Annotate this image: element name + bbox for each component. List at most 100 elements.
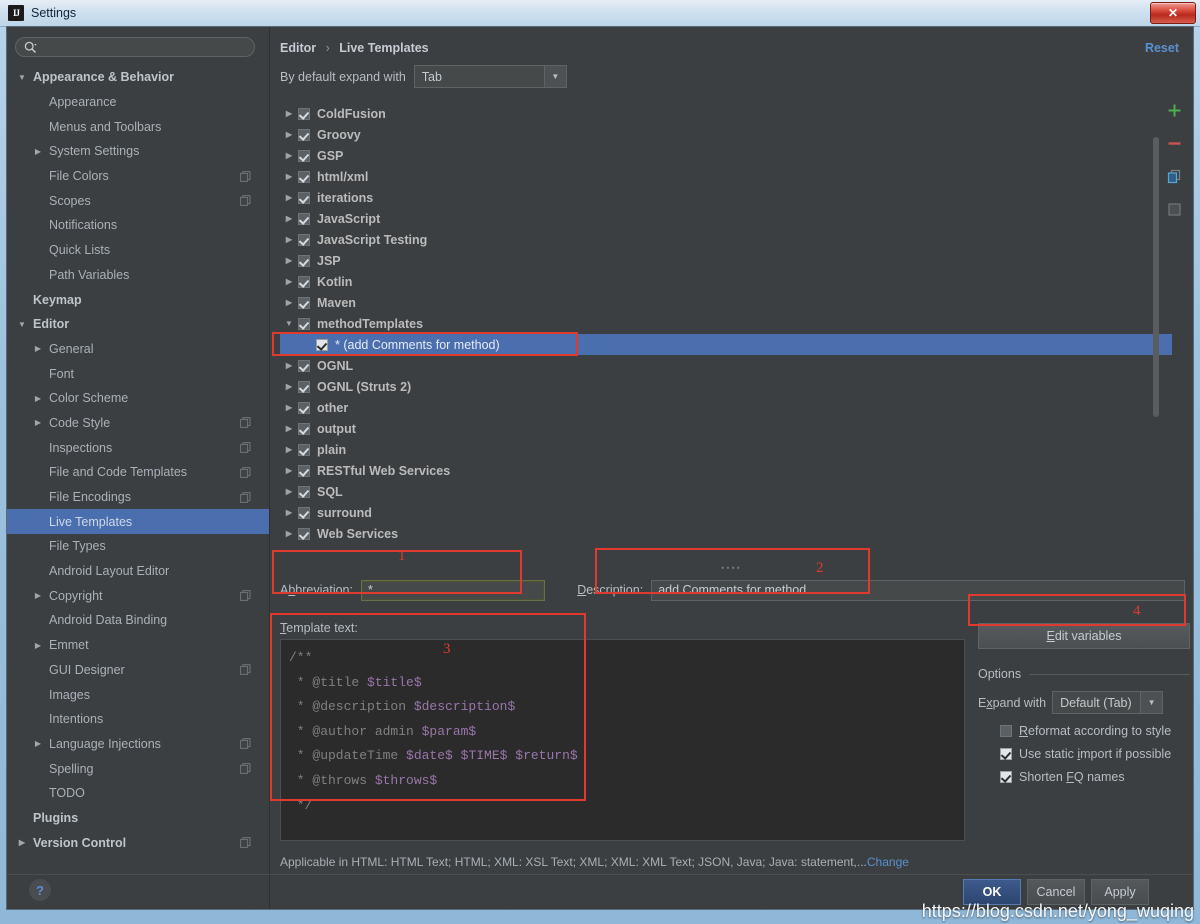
chevron-right-icon[interactable]: ▶	[280, 445, 298, 454]
chevron-down-icon[interactable]: ▼	[543, 66, 566, 87]
template-tree-row[interactable]: ▶ JavaScript	[280, 208, 1172, 229]
chevron-right-icon[interactable]: ▶	[280, 151, 298, 160]
remove-icon[interactable]	[1167, 136, 1182, 156]
template-tree-row[interactable]: ▶ JSP	[280, 250, 1172, 271]
checkbox-shorten-fq[interactable]	[1000, 771, 1012, 783]
chevron-right-icon[interactable]: ▶	[31, 641, 45, 650]
chevron-down-icon[interactable]: ▼	[280, 319, 298, 328]
template-checkbox[interactable]	[298, 401, 310, 414]
sidebar-item-gui-designer[interactable]: GUI Designer	[7, 658, 269, 683]
sidebar-item-file-types[interactable]: File Types	[7, 534, 269, 559]
abbreviation-input[interactable]: *	[360, 579, 546, 601]
template-tree-row[interactable]: ▶ Kotlin	[280, 271, 1172, 292]
breadcrumb-parent[interactable]: Editor	[280, 41, 316, 55]
template-tree-row[interactable]: ▶ GSP	[280, 145, 1172, 166]
checkbox-static-import[interactable]	[1000, 748, 1012, 760]
chevron-right-icon[interactable]: ▶	[280, 277, 298, 286]
chevron-down-icon[interactable]: ▼	[15, 320, 29, 329]
sidebar-item-android-layout-editor[interactable]: Android Layout Editor	[7, 559, 269, 584]
template-tree-row[interactable]: ▶ Groovy	[280, 124, 1172, 145]
expand-with-combo[interactable]: Default (Tab) ▼	[1052, 691, 1164, 714]
template-tree-row[interactable]: ▶ output	[280, 418, 1172, 439]
chevron-right-icon[interactable]: ▶	[280, 529, 298, 538]
sidebar-item-system-settings[interactable]: ▶ System Settings	[7, 139, 269, 164]
chevron-right-icon[interactable]: ▶	[280, 235, 298, 244]
sidebar-item-color-scheme[interactable]: ▶ Color Scheme	[7, 386, 269, 411]
template-checkbox[interactable]	[316, 338, 328, 351]
template-checkbox[interactable]	[298, 107, 310, 120]
chevron-right-icon[interactable]: ▶	[280, 361, 298, 370]
add-icon[interactable]	[1167, 103, 1182, 123]
template-checkbox[interactable]	[298, 422, 310, 435]
option-shorten-fq[interactable]: Shorten FQ names	[1000, 770, 1125, 784]
template-tree-row[interactable]: ▶ other	[280, 397, 1172, 418]
chevron-right-icon[interactable]: ▶	[280, 130, 298, 139]
sidebar-item-todo[interactable]: TODO	[7, 781, 269, 806]
sidebar-item-live-templates[interactable]: Live Templates	[7, 509, 269, 535]
description-input[interactable]: add Comments for method	[651, 579, 1185, 601]
template-checkbox[interactable]	[298, 485, 310, 498]
chevron-right-icon[interactable]: ▶	[280, 424, 298, 433]
chevron-right-icon[interactable]: ▶	[280, 466, 298, 475]
sidebar-item-language-injections[interactable]: ▶ Language Injections	[7, 732, 269, 757]
template-checkbox[interactable]	[298, 212, 310, 225]
template-checkbox[interactable]	[298, 254, 310, 267]
change-link[interactable]: Change	[867, 855, 909, 869]
template-tree-row-selected[interactable]: * (add Comments for method)	[280, 334, 1172, 355]
sidebar-item-file-and-code-templates[interactable]: File and Code Templates	[7, 460, 269, 485]
chevron-right-icon[interactable]: ▶	[280, 214, 298, 223]
chevron-right-icon[interactable]: ▶	[280, 193, 298, 202]
sidebar-item-version-control[interactable]: ▶ Version Control	[7, 830, 269, 855]
template-checkbox[interactable]	[298, 275, 310, 288]
template-checkbox[interactable]	[298, 191, 310, 204]
sidebar-item-intentions[interactable]: Intentions	[7, 707, 269, 732]
sidebar-item-file-encodings[interactable]: File Encodings	[7, 485, 269, 510]
template-tree-row[interactable]: ▶ plain	[280, 439, 1172, 460]
template-checkbox[interactable]	[298, 296, 310, 309]
sidebar-item-notifications[interactable]: Notifications	[7, 213, 269, 238]
sidebar-item-scopes[interactable]: Scopes	[7, 188, 269, 213]
option-reformat[interactable]: Reformat according to style	[1000, 724, 1171, 738]
chevron-right-icon[interactable]: ▶	[15, 838, 29, 847]
template-checkbox[interactable]	[298, 233, 310, 246]
chevron-right-icon[interactable]: ▶	[31, 394, 45, 403]
template-text-editor[interactable]: /** * @title $title$ * @description $des…	[280, 639, 965, 841]
chevron-right-icon[interactable]: ▶	[31, 739, 45, 748]
chevron-down-icon[interactable]: ▼	[1140, 692, 1163, 713]
template-checkbox[interactable]	[298, 170, 310, 183]
chevron-right-icon[interactable]: ▶	[280, 298, 298, 307]
close-button[interactable]: ✕	[1150, 2, 1196, 24]
search-box[interactable]	[15, 37, 255, 57]
sidebar-item-emmet[interactable]: ▶ Emmet	[7, 633, 269, 658]
reset-link[interactable]: Reset	[1145, 41, 1179, 55]
copy-icon[interactable]	[1167, 169, 1182, 189]
sidebar-item-copyright[interactable]: ▶ Copyright	[7, 583, 269, 608]
edit-variables-button[interactable]: Edit variables	[978, 623, 1190, 649]
sidebar-item-general[interactable]: ▶ General	[7, 337, 269, 362]
template-tree-row[interactable]: ▶ SQL	[280, 481, 1172, 502]
chevron-down-icon[interactable]: ▼	[15, 73, 29, 82]
search-input[interactable]	[37, 40, 254, 54]
template-checkbox[interactable]	[298, 443, 310, 456]
sidebar-item-keymap[interactable]: Keymap	[7, 287, 269, 312]
chevron-right-icon[interactable]: ▶	[31, 344, 45, 353]
template-tree-row[interactable]: ▶ OGNL	[280, 355, 1172, 376]
help-button[interactable]: ?	[29, 879, 51, 901]
sidebar-item-path-variables[interactable]: Path Variables	[7, 263, 269, 288]
sidebar-item-quick-lists[interactable]: Quick Lists	[7, 238, 269, 263]
default-expand-combo[interactable]: Tab ▼	[413, 65, 567, 88]
chevron-right-icon[interactable]: ▶	[280, 403, 298, 412]
template-tree-row[interactable]: ▶ ColdFusion	[280, 103, 1172, 124]
chevron-right-icon[interactable]: ▶	[280, 109, 298, 118]
template-checkbox[interactable]	[298, 149, 310, 162]
chevron-right-icon[interactable]: ▶	[280, 382, 298, 391]
template-checkbox[interactable]	[298, 359, 310, 372]
chevron-right-icon[interactable]: ▶	[31, 147, 45, 156]
chevron-right-icon[interactable]: ▶	[280, 487, 298, 496]
template-tree-row[interactable]: ▶ Maven	[280, 292, 1172, 313]
paste-icon[interactable]	[1167, 202, 1182, 222]
template-tree-row[interactable]: ▶ JavaScript Testing	[280, 229, 1172, 250]
template-tree-row[interactable]: ▶ surround	[280, 502, 1172, 523]
sidebar-item-spelling[interactable]: Spelling	[7, 756, 269, 781]
sidebar-item-code-style[interactable]: ▶ Code Style	[7, 411, 269, 436]
